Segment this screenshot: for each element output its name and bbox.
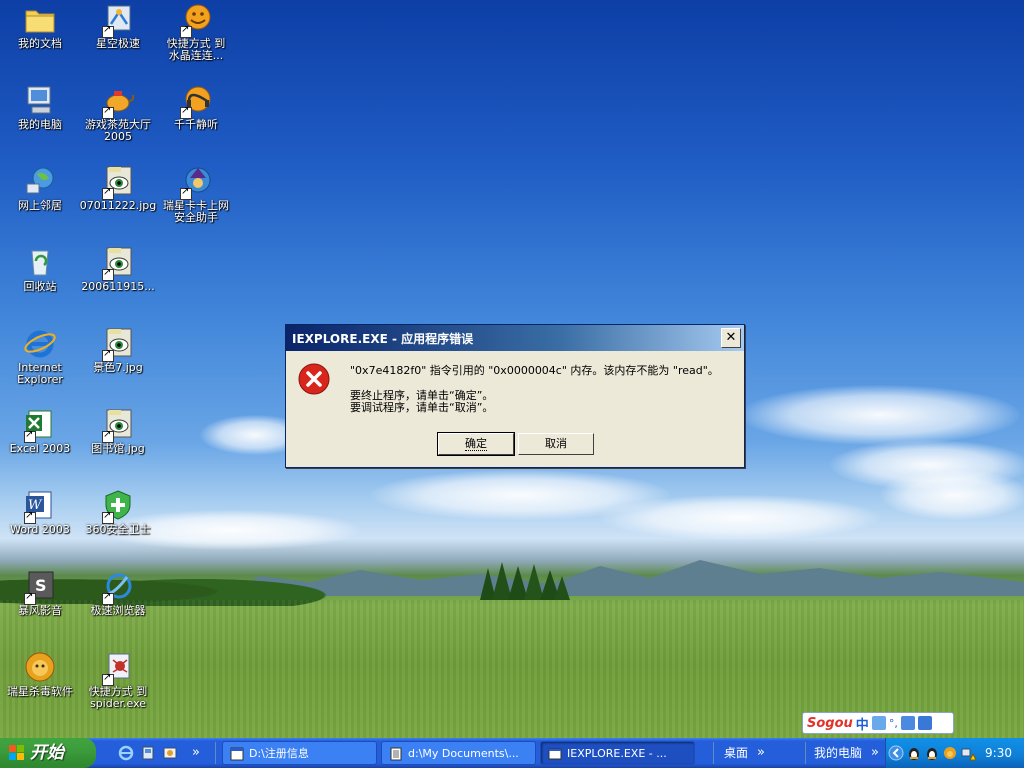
- ime-mode-toggle[interactable]: 中: [856, 714, 869, 733]
- network-warning-icon[interactable]: [960, 745, 976, 761]
- shortcut-arrow-icon: [102, 591, 114, 605]
- close-icon: ✕: [725, 330, 737, 345]
- punctuation-toggle[interactable]: °,: [889, 717, 898, 730]
- shortcut-arrow-icon: [102, 510, 114, 524]
- computer-icon: [27, 86, 51, 114]
- desktop-icon-word-2003[interactable]: W Word 2003: [0, 488, 80, 536]
- qq-penguin-icon[interactable]: [924, 745, 940, 761]
- cloud: [740, 385, 1020, 445]
- task-button-my-documents[interactable]: d:\My Documents\...: [381, 741, 536, 765]
- application-error-dialog[interactable]: IEXPLORE.EXE - 应用程序错误 ✕ "0x7e4182f0" 指令引…: [285, 324, 745, 468]
- toolbar-my-computer-chevron-icon[interactable]: »: [871, 738, 879, 768]
- desktop-icon-shortcut-crystal[interactable]: 快捷方式 到 水晶连连...: [156, 2, 236, 62]
- desktop-icon-spider-exe[interactable]: 快捷方式 到 spider.exe: [78, 650, 158, 710]
- cloud: [600, 495, 880, 540]
- desktop-icon-excel-2003[interactable]: Excel 2003: [0, 407, 80, 455]
- taskbar-separator: [712, 742, 714, 764]
- desktop-icon-my-computer[interactable]: 我的电脑: [0, 83, 80, 131]
- shortcut-arrow-icon: [102, 672, 114, 686]
- shortcut-arrow-icon: [102, 186, 114, 200]
- error-icon: [298, 363, 330, 395]
- start-label: 开始: [30, 743, 64, 763]
- toolbar-my-computer[interactable]: 我的电脑: [814, 738, 862, 768]
- dialog-error-message: "0x7e4182f0" 指令引用的 "0x0000004c" 内存。该内存不能…: [350, 364, 719, 377]
- desktop-icon-ttplayer[interactable]: 千千静听: [156, 83, 236, 131]
- soft-keyboard-icon[interactable]: [900, 716, 915, 730]
- folder-window-icon: [230, 747, 244, 761]
- shortcut-arrow-icon: [180, 186, 192, 200]
- desktop-icon-xingkong[interactable]: 星空极速: [78, 2, 158, 50]
- desktop-icon-internet-explorer[interactable]: Internet Explorer: [0, 326, 80, 386]
- shortcut-arrow-icon: [24, 429, 36, 443]
- shortcut-arrow-icon: [102, 105, 114, 119]
- recycle-bin-icon: [31, 250, 49, 276]
- quicklaunch-show-desktop-icon[interactable]: [162, 745, 178, 761]
- desktop-icon-rising-antivirus[interactable]: 瑞星杀毒软件: [0, 650, 80, 698]
- desktop-icon-200611915[interactable]: 200611915...: [78, 245, 158, 293]
- cancel-button[interactable]: 取消: [518, 433, 594, 455]
- shortcut-arrow-icon: [180, 24, 192, 38]
- desktop-icon-network[interactable]: 网上邻居: [0, 164, 80, 212]
- shortcut-arrow-icon: [102, 429, 114, 443]
- desktop-icon-07011222-jpg[interactable]: 07011222.jpg: [78, 164, 158, 212]
- folder-icon: [25, 10, 55, 33]
- quicklaunch-ie-icon[interactable]: [118, 745, 134, 761]
- taskbar-separator: [804, 742, 806, 764]
- half-width-moon-icon[interactable]: [871, 716, 886, 730]
- desktop-icon-baofeng[interactable]: S 暴风影音: [0, 569, 80, 617]
- shortcut-arrow-icon: [102, 348, 114, 362]
- settings-wrench-icon[interactable]: [917, 716, 932, 730]
- start-button[interactable]: 开始: [0, 738, 96, 768]
- dialog-title: IEXPLORE.EXE - 应用程序错误: [292, 332, 474, 346]
- desktop-icon-jingse7-jpg[interactable]: 景色7.jpg: [78, 326, 158, 374]
- desktop-icon-360-safe[interactable]: 360安全卫士: [78, 488, 158, 536]
- network-globe-icon: [26, 167, 54, 194]
- shortcut-arrow-icon: [102, 24, 114, 38]
- windows-logo-icon: [9, 745, 24, 760]
- desktop-icon-my-documents[interactable]: 我的文档: [0, 2, 80, 50]
- toolbar-desktop-chevron-icon[interactable]: »: [757, 738, 765, 768]
- task-button-iexplore-error[interactable]: IEXPLORE.EXE - ...: [540, 741, 695, 765]
- ok-button[interactable]: 确定: [437, 432, 515, 456]
- qq-penguin-icon[interactable]: [906, 745, 922, 761]
- system-tray: 9:30: [885, 738, 1024, 768]
- desktop-icon-rising-kaka[interactable]: 瑞星卡卡上网 安全助手: [156, 164, 236, 224]
- sogou-logo: Sogou: [807, 715, 853, 731]
- taskbar-separator: [214, 742, 216, 764]
- desktop-icon-speed-browser[interactable]: 极速浏览器: [78, 569, 158, 617]
- desktop-icon-library-jpg[interactable]: 图书馆.jpg: [78, 407, 158, 455]
- dialog-close-button[interactable]: ✕: [721, 328, 741, 348]
- sogou-ime-bar[interactable]: Sogou 中 °,: [802, 712, 954, 734]
- window-icon: [548, 748, 562, 760]
- svg-text:S: S: [35, 576, 47, 595]
- shortcut-arrow-icon: [24, 591, 36, 605]
- clock[interactable]: 9:30: [985, 738, 1012, 768]
- shortcut-arrow-icon: [102, 267, 114, 281]
- internet-explorer-icon: [24, 330, 56, 358]
- dialog-titlebar[interactable]: IEXPLORE.EXE - 应用程序错误 ✕: [286, 325, 744, 351]
- shortcut-arrow-icon: [180, 105, 192, 119]
- quicklaunch-media-icon[interactable]: [140, 745, 156, 761]
- cloud: [880, 470, 1024, 520]
- task-button-registration-info[interactable]: D:\注册信息: [222, 741, 377, 765]
- lion-icon: [25, 652, 55, 682]
- desktop-icon-recycle-bin[interactable]: 回收站: [0, 245, 80, 293]
- mountains: [220, 560, 1024, 596]
- shortcut-arrow-icon: [24, 510, 36, 524]
- notepad-icon: [390, 747, 402, 761]
- desktop-icon-game-lobby[interactable]: 游戏茶苑大厅 2005: [78, 83, 158, 143]
- dialog-hint-debug: 要调试程序，请单击“取消”。: [350, 401, 494, 414]
- tray-expand-arrow-icon[interactable]: [888, 745, 904, 761]
- tree-cluster: [480, 562, 570, 600]
- quicklaunch-more-chevron-icon[interactable]: »: [192, 738, 200, 768]
- taskbar: 开始 » D:\注册信息 d:\My Documents\... IEXPLOR…: [0, 738, 1024, 768]
- rising-lion-tray-icon[interactable]: [942, 745, 958, 761]
- toolbar-desktop[interactable]: 桌面: [724, 738, 748, 768]
